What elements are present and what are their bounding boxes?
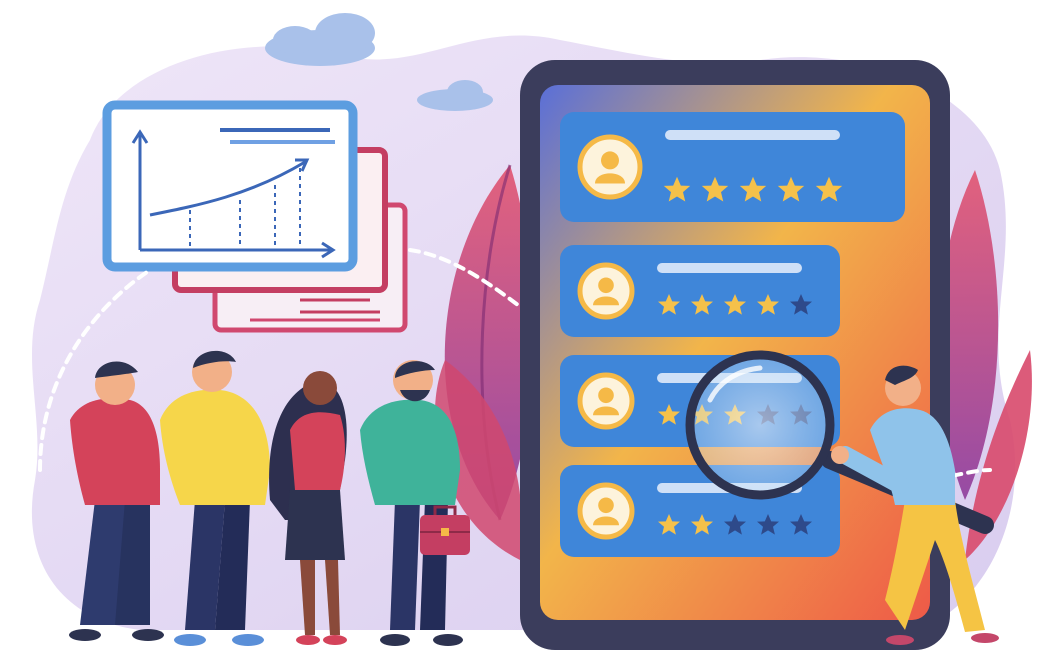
user-avatar-icon (577, 262, 635, 320)
user-avatar-icon (577, 134, 643, 200)
user-avatar-icon (577, 482, 635, 540)
review-card (560, 112, 905, 222)
customer-reviews-illustration (0, 0, 1037, 657)
cloud-icon (265, 13, 375, 66)
review-card (560, 245, 840, 337)
user-avatar-icon (577, 372, 635, 430)
review-text-placeholder (665, 130, 840, 140)
growth-chart-icon (102, 100, 358, 272)
review-text-placeholder (657, 263, 802, 273)
illustration-canvas (31, 13, 1032, 650)
